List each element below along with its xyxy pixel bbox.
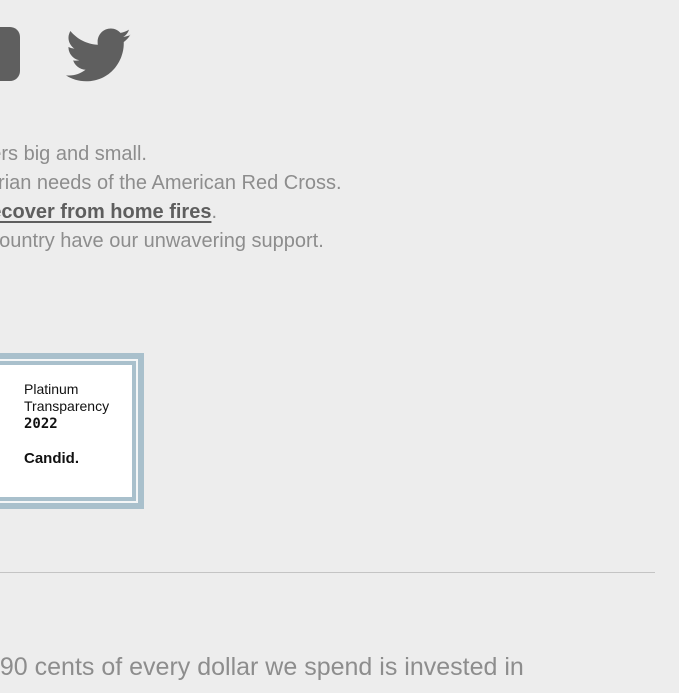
badge-card: Platinum Transparency 2022 Candid.: [0, 365, 132, 497]
mission-line-1: disasters big and small.: [0, 143, 147, 165]
mission-text: disasters big and small. manitarian need…: [0, 140, 679, 256]
badge-label: Transparency: [24, 398, 110, 414]
home-fires-link[interactable]: ilies recover from home fires: [0, 201, 211, 223]
section-divider: [0, 572, 655, 573]
facebook-icon[interactable]: [0, 27, 20, 81]
mission-line-3: ilies recover from home fires.: [0, 198, 679, 227]
badge-tier: Platinum: [24, 381, 79, 397]
spending-statement: f 90 cents of every dollar we spend is i…: [0, 653, 524, 681]
badge-frame: Platinum Transparency 2022 Candid.: [0, 359, 138, 503]
page: disasters big and small. manitarian need…: [0, 0, 679, 693]
candid-logo: Candid.: [24, 450, 79, 467]
mission-line-4: e our country have our unwavering suppor…: [0, 230, 324, 252]
candid-transparency-badge[interactable]: Platinum Transparency 2022 Candid.: [0, 353, 144, 509]
mission-line-2: manitarian needs of the American Red Cro…: [0, 172, 342, 194]
mission-line-3-suffix: .: [211, 201, 218, 223]
twitter-icon[interactable]: [66, 28, 132, 84]
badge-year: 2022: [24, 416, 58, 432]
